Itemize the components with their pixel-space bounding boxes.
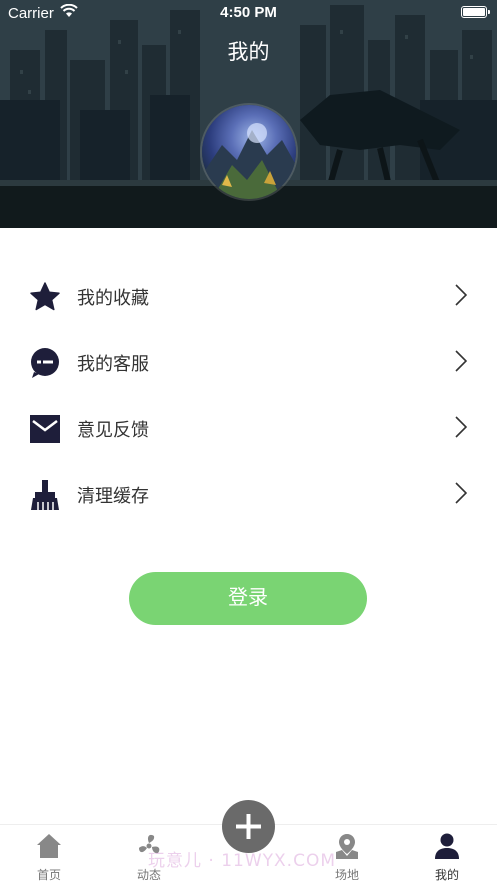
broom-icon: [31, 480, 59, 510]
page-title: 我的: [227, 40, 270, 64]
chevron-right-icon: [455, 482, 467, 504]
menu-list: 我的收藏 我的客服 意见反馈 清理缓存: [0, 262, 497, 526]
menu-item-label: 意见反馈: [77, 420, 149, 441]
chat-icon: [31, 348, 59, 378]
user-icon: [435, 833, 459, 859]
status-time: 4:50 PM: [220, 4, 277, 21]
menu-item-label: 我的收藏: [77, 288, 149, 309]
map-icon: [336, 834, 358, 859]
menu-item-clear-cache[interactable]: 清理缓存: [0, 460, 497, 526]
home-icon: [37, 834, 61, 858]
profile-header: Carrier 4:50 PM 我的: [0, 0, 497, 228]
mail-icon: [30, 415, 60, 443]
chevron-right-icon: [455, 416, 467, 438]
tab-mine[interactable]: 我的: [412, 825, 482, 883]
menu-item-customer-service[interactable]: 我的客服: [0, 328, 497, 394]
status-bar: Carrier 4:50 PM: [0, 0, 497, 26]
tab-label: 首页: [36, 868, 61, 882]
tab-label: 我的: [434, 868, 459, 882]
menu-item-label: 清理缓存: [77, 486, 149, 507]
plus-icon: [236, 814, 261, 839]
menu-item-feedback[interactable]: 意见反馈: [0, 394, 497, 460]
avatar[interactable]: [202, 105, 296, 199]
watermark: 玩意儿 · 11WYX.COM: [148, 851, 337, 871]
login-button[interactable]: 登录: [129, 572, 367, 625]
star-icon: [30, 282, 60, 311]
menu-item-label: 我的客服: [77, 354, 149, 375]
battery-icon: [461, 6, 490, 18]
tab-home[interactable]: 首页: [14, 825, 84, 883]
avatar-image: [202, 123, 296, 199]
menu-item-favorites[interactable]: 我的收藏: [0, 262, 497, 328]
chevron-right-icon: [455, 350, 467, 372]
chevron-right-icon: [455, 284, 467, 306]
